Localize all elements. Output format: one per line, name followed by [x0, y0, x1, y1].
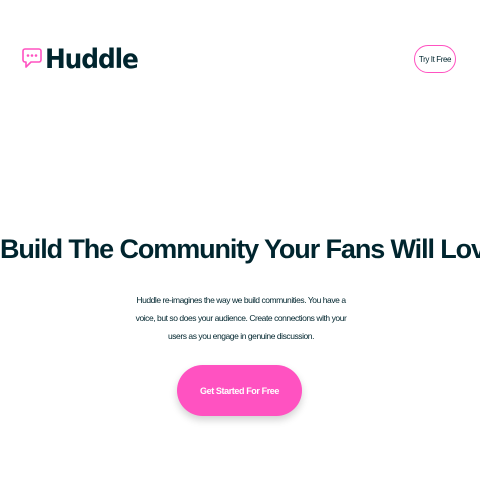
hero-description: Huddle re-imagines the way we build comm… — [135, 295, 347, 341]
speech-bubble-icon — [22, 48, 42, 68]
logo[interactable]: Huddle — [22, 46, 146, 73]
get-started-button[interactable]: Get Started For Free — [177, 365, 302, 416]
landing-page: Huddle Try It Free Build The Community Y… — [0, 0, 480, 480]
hero-title: Build The Community Your Fans Will Love — [0, 234, 480, 264]
site-header: Huddle Try It Free — [22, 40, 456, 78]
try-it-free-button[interactable]: Try It Free — [414, 45, 456, 73]
brand-name: Huddle — [45, 43, 139, 75]
